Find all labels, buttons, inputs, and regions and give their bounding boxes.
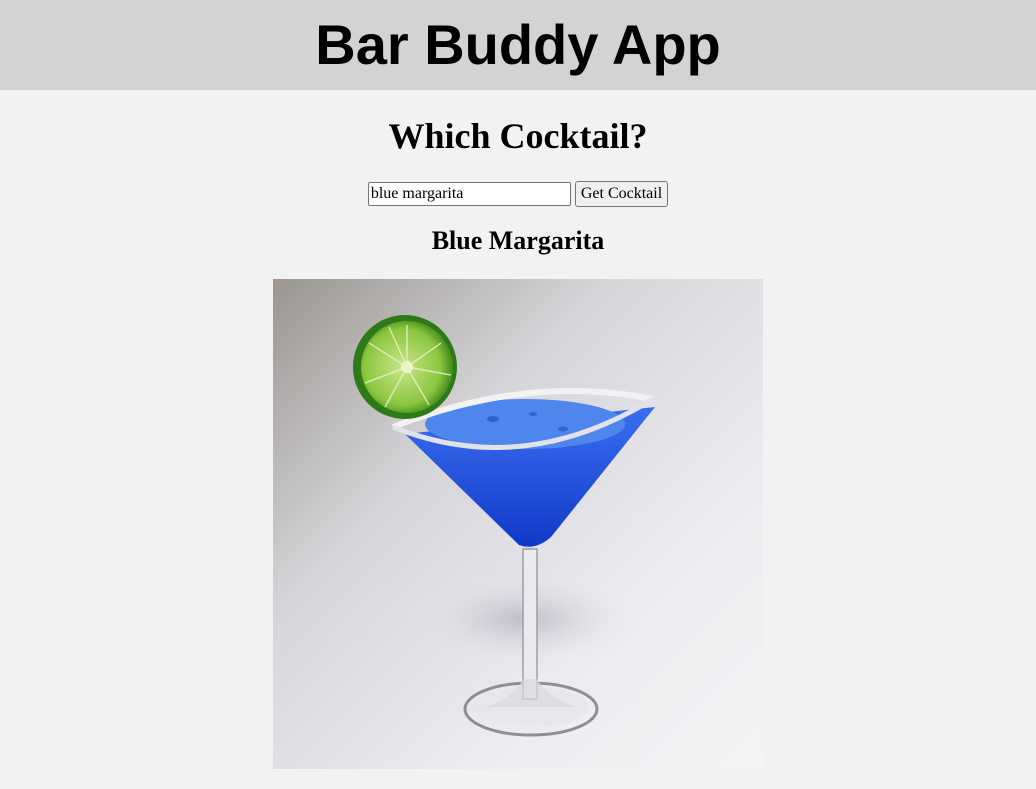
- get-cocktail-button[interactable]: Get Cocktail: [574, 181, 669, 207]
- main-content: Which Cocktail? Get Cocktail Blue Margar…: [0, 90, 1036, 769]
- cocktail-search-input[interactable]: [367, 182, 571, 206]
- cocktail-image: [273, 279, 763, 769]
- search-form: Get Cocktail: [0, 180, 1036, 208]
- app-title: Bar Buddy App: [315, 13, 721, 76]
- app-header: Bar Buddy App: [0, 0, 1036, 90]
- page-question: Which Cocktail?: [388, 116, 648, 156]
- drink-name: Blue Margarita: [431, 226, 605, 255]
